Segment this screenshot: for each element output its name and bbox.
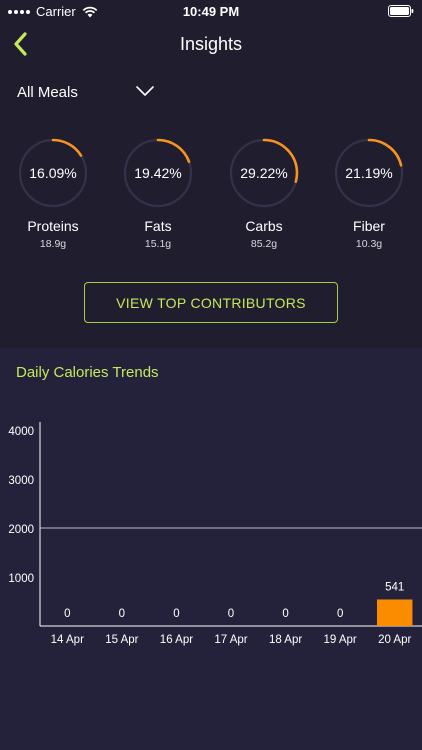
macro-grams: 18.9g	[39, 238, 67, 250]
macro-name: Carbs	[245, 218, 283, 234]
macro-ring: 16.09%	[18, 138, 88, 208]
macro-fiber: 21.19% Fiber 10.3g	[333, 138, 405, 250]
bar-value-label: 0	[173, 608, 179, 620]
bar-value-label: 0	[228, 608, 234, 620]
macro-carbs: 29.22% Carbs 85.2g	[228, 138, 300, 250]
status-time: 10:49 PM	[182, 4, 240, 19]
macro-grams: 85.2g	[250, 238, 278, 250]
x-tick-label: 19 Apr	[324, 634, 357, 646]
meal-filter-value: All Meals	[17, 83, 78, 101]
bar-value-label: 0	[282, 608, 288, 620]
macro-fats: 19.42% Fats 15.1g	[122, 138, 194, 250]
bar	[376, 599, 413, 626]
bar-value-label: 541	[385, 581, 404, 593]
macro-name: Fiber	[353, 218, 385, 234]
y-tick-label: 1000	[8, 573, 34, 585]
daily-calories-chart: 1000 2000 3000 4000 0 14 Apr 0 15 Apr 0 16 Apr 0 17…	[8, 422, 422, 646]
macro-grams: 15.1g	[144, 238, 172, 250]
macro-proteins: 16.09% Proteins 18.9g	[17, 138, 89, 250]
y-tick-label: 2000	[8, 524, 34, 536]
macro-ring: 29.22%	[229, 138, 299, 208]
page-title: Insights	[179, 34, 243, 54]
y-tick-label: 3000	[8, 475, 34, 487]
battery-icon	[388, 5, 414, 17]
macro-name: Fats	[144, 218, 172, 234]
bar-value-label: 0	[119, 608, 125, 620]
chevron-down-icon	[136, 86, 154, 96]
y-tick-label: 4000	[8, 426, 34, 438]
macro-grams: 10.3g	[355, 238, 383, 250]
chart-title: Daily Calories Trends	[16, 364, 159, 381]
x-tick-label: 17 Apr	[214, 634, 247, 646]
macro-percent: 29.22%	[240, 165, 288, 181]
x-tick-label: 20 Apr	[378, 634, 411, 646]
x-tick-label: 18 Apr	[269, 634, 302, 646]
macro-name: Proteins	[27, 218, 79, 234]
x-tick-label: 16 Apr	[160, 634, 193, 646]
macro-percent: 16.09%	[29, 165, 77, 181]
bar-value-label: 0	[337, 608, 343, 620]
macro-ring: 21.19%	[334, 138, 404, 208]
meal-filter-dropdown[interactable]: All Meals	[17, 80, 157, 104]
macro-percent: 19.42%	[134, 165, 182, 181]
status-bar: Carrier 10:49 PM	[0, 0, 422, 22]
view-top-contributors-button[interactable]: VIEW TOP CONTRIBUTORS	[84, 282, 338, 323]
bar-value-label: 0	[64, 608, 70, 620]
x-tick-label: 15 Apr	[105, 634, 138, 646]
navigation-bar: Insights	[0, 26, 422, 62]
macro-ring: 19.42%	[123, 138, 193, 208]
macro-percent: 21.19%	[345, 165, 393, 181]
x-tick-label: 14 Apr	[51, 634, 84, 646]
